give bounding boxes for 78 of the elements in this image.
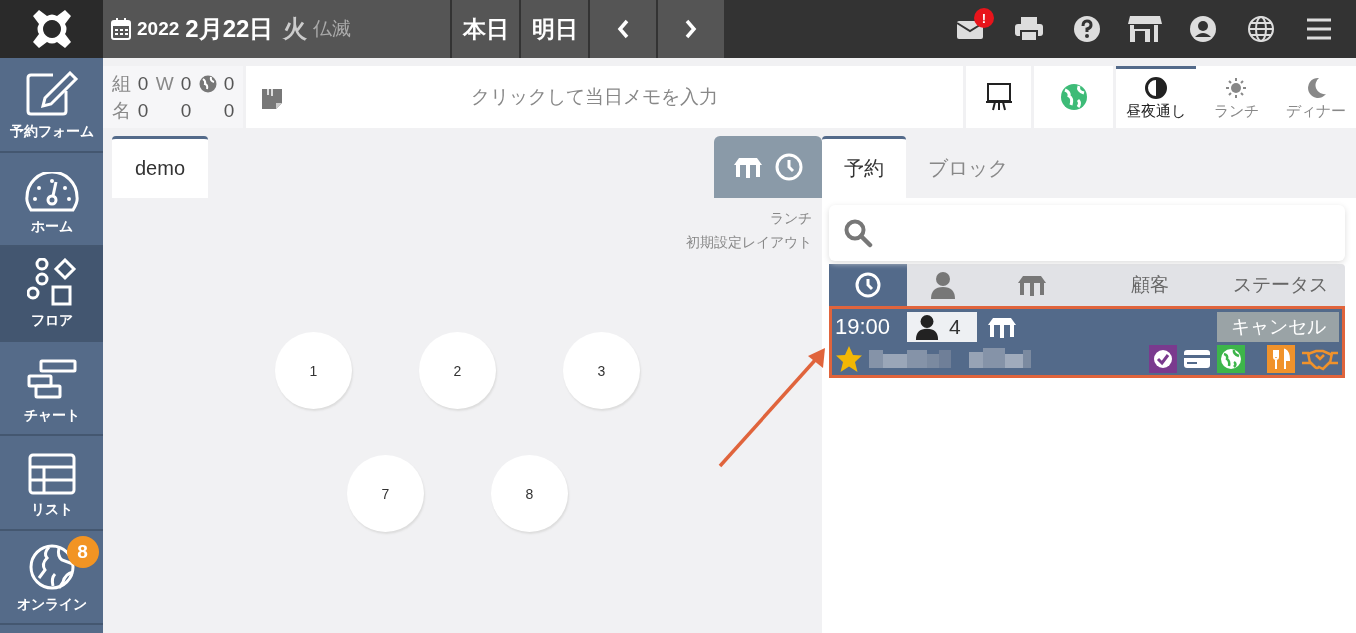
count-value: 0 [180,99,192,122]
rokuyo-text: 仏滅 [313,17,352,41]
table-icon [1017,273,1047,297]
floor-tab[interactable]: demo [112,136,208,198]
sidebar-item[interactable]: リスト [0,436,103,531]
column-header[interactable]: ステータス [1215,264,1345,306]
shapes-icon [26,258,77,307]
count-value: 0 [137,99,149,122]
table-icon [733,155,763,179]
count-label: 名 [111,98,131,123]
round-table[interactable]: 1 [275,332,352,409]
date-text[interactable]: 2月22日 [185,13,274,45]
table-icon [27,453,76,496]
time-text: 19:00 [835,314,892,340]
status-badge: キャンセル [1217,312,1339,342]
person-icon [930,271,956,299]
edit-icon [24,71,79,118]
next-day-button[interactable] [656,0,724,58]
panel-tab[interactable]: 予約 [822,136,906,198]
count-badge: 8 [66,535,99,568]
guest-number: 4 [949,315,961,339]
half-circle-icon [1145,76,1167,99]
search-icon [843,218,873,248]
sidebar-item[interactable]: チャート [0,341,103,436]
menu-icon[interactable] [1306,18,1332,40]
help-icon[interactable] [1073,15,1101,43]
count-value: 0 [180,72,192,95]
round-table[interactable]: 8 [491,455,568,532]
globe-icon [1059,83,1088,111]
round-table[interactable]: 3 [563,332,640,409]
presentation-button[interactable] [966,66,1031,128]
count-value: 0 [223,99,235,122]
round-table[interactable]: 2 [419,332,496,409]
memo-field[interactable]: クリックして当日メモを入力 [246,66,963,128]
person-icon [915,314,939,340]
column-header[interactable]: 顧客 [1085,264,1215,306]
moon-icon [1305,76,1327,99]
count-label: W [155,72,174,95]
credit-card-icon [1183,349,1211,369]
sidebar-item[interactable]: 8 オンライン [0,530,103,625]
globe-icon [28,543,75,590]
alert-badge: ! [974,8,994,28]
shop-icon[interactable] [1127,15,1163,43]
check-icon [1149,345,1177,373]
day-button[interactable]: 明日 [519,0,588,58]
count-label: 組 [111,71,131,96]
easel-board-icon [984,82,1013,112]
handshake-icon [1301,347,1339,371]
column-header[interactable] [829,264,907,306]
count-value: 0 [223,72,235,95]
search-field[interactable] [829,205,1345,261]
chevron-right-icon [684,18,698,40]
year-text: 2022 [137,18,180,40]
sun-icon [1225,76,1247,99]
reservation-row[interactable]: 19:00 4 キャンセル [829,306,1345,378]
period-text: ランチ [770,209,813,228]
timeline-icon [26,358,77,401]
calendar-icon[interactable] [111,18,131,40]
weekday-text: 火 [283,14,308,44]
sidebar-item[interactable]: フロア [0,247,103,342]
clock-icon [775,153,803,181]
fork-knife-icon [1267,345,1295,373]
account-icon[interactable] [1189,15,1217,43]
chevron-left-icon [616,18,630,40]
layout-name-text: 初期設定レイアウト [686,233,813,252]
globe-icon [198,74,217,93]
previous-day-button[interactable] [588,0,656,58]
gauge-icon [24,171,79,212]
count-value: 0 [137,72,149,95]
globe-icon[interactable] [1247,15,1275,43]
app-logo[interactable] [0,0,103,58]
round-table[interactable]: 7 [347,455,424,532]
mail-icon[interactable] [956,18,986,40]
clock-icon [855,272,881,298]
globe-icon [1217,345,1245,373]
day-button[interactable]: 本日 [450,0,519,58]
layout-button[interactable] [714,136,822,198]
print-icon[interactable] [1014,16,1044,42]
